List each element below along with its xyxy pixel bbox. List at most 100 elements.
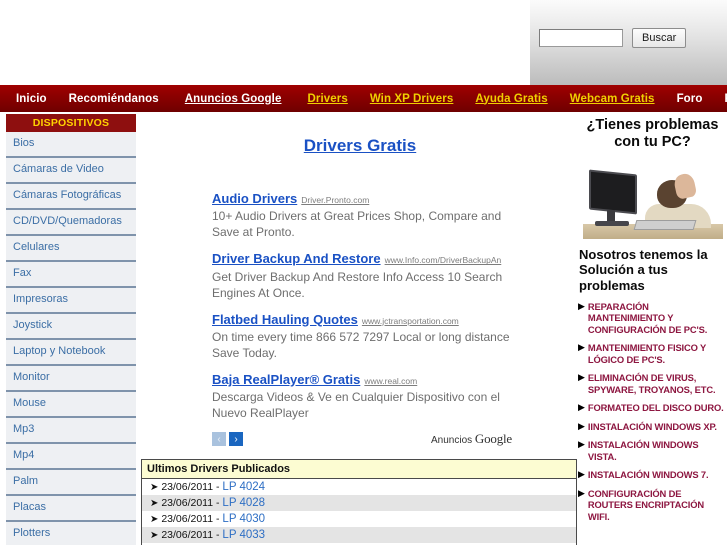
driver-link[interactable]: LP 4030 <box>222 513 265 525</box>
sidebar-item-fax[interactable]: Fax <box>6 262 136 288</box>
ad-heading: Driver Backup And Restore www.Info.com/Dr… <box>212 250 530 268</box>
sidebar-item-camaras-de-video[interactable]: Cámaras de Video <box>6 158 136 184</box>
driver-date: 23/06/2011 - <box>161 497 220 510</box>
nav-item-foro[interactable]: Foro <box>677 93 703 105</box>
ad-heading: Baja RealPlayer® Gratis www.real.com <box>212 371 530 389</box>
promo-subtitle-line-1: Nosotros tenemos la <box>579 246 708 262</box>
ad-url[interactable]: www.real.com <box>364 376 417 386</box>
main-content-column: Drivers Gratis Audio Drivers Driver.Pront… <box>140 114 580 545</box>
monitor-stand-shape <box>606 209 615 222</box>
ad-item: Flatbed Hauling Quotes www.jctransportati… <box>212 311 530 362</box>
promo-title: ¿Tienes problemas con tu PC? <box>578 117 727 152</box>
list-item: ▶ FORMATEO DEL DISCO DURO. <box>578 402 727 414</box>
sidebar-item-celulares[interactable]: Celulares <box>6 236 136 262</box>
ad-description: Descarga Videos & Ve en Cualquier Dispos… <box>212 390 500 421</box>
ad-title-link[interactable]: Driver Backup And Restore <box>212 251 381 266</box>
ad-url[interactable]: www.Info.com/DriverBackupAn <box>385 255 502 265</box>
promo-sidebar: ¿Tienes problemas con tu PC? Nosotros te… <box>578 114 727 530</box>
triangle-right-icon: ▶ <box>578 372 585 383</box>
ad-item: Driver Backup And Restore www.Info.com/Dr… <box>212 250 530 301</box>
ads-pagination: ‹ › <box>212 432 243 447</box>
page-root: Buscar Inicio Recomiéndanos Anuncios Goo… <box>0 0 727 545</box>
table-row[interactable]: ➤ 23/06/2011 - LP 4028 <box>142 495 576 512</box>
nav-item-recomiendanos[interactable]: Recomiéndanos <box>69 93 159 105</box>
nav-item-win-xp-drivers[interactable]: Win XP Drivers <box>370 93 454 105</box>
sidebar-item-cd-dvd-quemadoras[interactable]: CD/DVD/Quemadoras <box>6 210 136 236</box>
sidebar-item-mp4[interactable]: Mp4 <box>6 444 136 470</box>
service-label: IINSTALACIÓN WINDOWS XP. <box>587 420 717 432</box>
page-title[interactable]: Drivers Gratis <box>140 136 580 156</box>
list-item: ▶ CONFIGURACIÓN DE ROUTERS ENCRIPTACIÓN … <box>578 488 727 523</box>
main-navigation-bar: Inicio Recomiéndanos Anuncios Google Dri… <box>0 85 727 112</box>
service-label: INSTALACIÓN WINDOWS 7. <box>587 469 709 481</box>
ad-url[interactable]: Driver.Pronto.com <box>301 195 369 205</box>
nav-item-webcam-gratis[interactable]: Webcam Gratis <box>570 93 655 105</box>
promo-subtitle-line-2: Solución a tus problemas <box>579 262 668 293</box>
top-header-strip: Buscar <box>0 0 727 85</box>
triangle-right-icon: ▶ <box>578 469 585 480</box>
list-item: ▶ MANTENIMIENTO FISICO Y LÓGICO DE PC'S. <box>578 342 727 365</box>
triangle-right-icon: ▶ <box>578 439 585 450</box>
list-item: ▶ REPARACIÓN MANTENIMIENTO Y CONFIGURACI… <box>578 301 727 336</box>
driver-date: 23/06/2011 - <box>161 529 220 542</box>
table-row[interactable]: ➤ 23/06/2011 - LP 4024 <box>142 479 576 495</box>
arrow-right-icon: ➤ <box>150 482 159 494</box>
sidebar-item-joystick[interactable]: Joystick <box>6 314 136 340</box>
service-label: INSTALACIÓN WINDOWS VISTA. <box>587 439 699 462</box>
promo-title-line-2: con tu PC? <box>614 134 691 151</box>
search-row: Buscar <box>539 28 687 48</box>
sidebar-item-impresoras[interactable]: Impresoras <box>6 288 136 314</box>
promo-subtitle: Nosotros tenemos la Solución a tus probl… <box>579 247 727 294</box>
driver-link[interactable]: LP 4033 <box>222 529 265 541</box>
sidebar-header: DISPOSITIVOS <box>6 114 136 132</box>
frustrated-user-photo <box>582 163 723 239</box>
sidebar-item-placas[interactable]: Placas <box>6 496 136 522</box>
search-input[interactable] <box>539 29 623 47</box>
search-button[interactable]: Buscar <box>632 28 687 48</box>
sidebar-item-monitor[interactable]: Monitor <box>6 366 136 392</box>
ad-title-link[interactable]: Audio Drivers <box>212 191 297 206</box>
driver-link[interactable]: LP 4028 <box>222 497 265 509</box>
latest-drivers-panel: Ultimos Drivers Publicados ➤ 23/06/2011 … <box>141 459 577 545</box>
arrow-right-icon: ➤ <box>150 498 159 510</box>
table-row[interactable]: ➤ 23/06/2011 - LP 4030 <box>142 511 576 527</box>
ads-brand-prefix: Anuncios <box>431 435 473 447</box>
driver-date: 23/06/2011 - <box>161 481 220 494</box>
ad-heading: Flatbed Hauling Quotes www.jctransportati… <box>212 311 530 329</box>
service-label: MANTENIMIENTO FISICO Y LÓGICO DE PC'S. <box>587 342 706 365</box>
chevron-right-icon[interactable]: › <box>229 432 243 447</box>
sidebar-item-camaras-fotograficas[interactable]: Cámaras Fotográficas <box>6 184 136 210</box>
nav-item-ayuda-gratis[interactable]: Ayuda Gratis <box>475 93 547 105</box>
triangle-right-icon: ▶ <box>578 402 585 413</box>
sidebar-item-plotters[interactable]: Plotters <box>6 522 136 545</box>
sidebar-item-bios[interactable]: Bios <box>6 132 136 158</box>
arrow-right-icon: ➤ <box>150 530 159 542</box>
arrow-right-icon: ➤ <box>150 514 159 526</box>
sidebar-item-mouse[interactable]: Mouse <box>6 392 136 418</box>
search-panel: Buscar <box>530 0 727 85</box>
ad-title-link[interactable]: Flatbed Hauling Quotes <box>212 312 358 327</box>
google-ads-block: Audio Drivers Driver.Pronto.com 10+ Audio… <box>212 190 530 447</box>
triangle-right-icon: ▶ <box>578 487 585 498</box>
promo-title-line-1: ¿Tienes problemas <box>586 117 719 133</box>
nav-item-drivers[interactable]: Drivers <box>307 93 347 105</box>
table-row[interactable]: ➤ 23/06/2011 - LP 4033 <box>142 527 576 544</box>
driver-link[interactable]: LP 4024 <box>222 481 265 493</box>
devices-sidebar: DISPOSITIVOS Bios Cámaras de Video Cámar… <box>6 114 136 545</box>
nav-item-anuncios-google[interactable]: Anuncios Google <box>185 93 282 105</box>
nav-item-inicio[interactable]: Inicio <box>16 93 47 105</box>
ad-url[interactable]: www.jctransportation.com <box>362 316 459 326</box>
sidebar-item-palm[interactable]: Palm <box>6 470 136 496</box>
ads-footer: ‹ › Anuncios Google <box>212 431 512 447</box>
chevron-left-icon[interactable]: ‹ <box>212 432 226 447</box>
ad-heading: Audio Drivers Driver.Pronto.com <box>212 190 530 208</box>
ad-title-link[interactable]: Baja RealPlayer® Gratis <box>212 372 360 387</box>
google-ads-brand: Anuncios Google <box>431 431 512 447</box>
sidebar-item-mp3[interactable]: Mp3 <box>6 418 136 444</box>
ad-item: Audio Drivers Driver.Pronto.com 10+ Audio… <box>212 190 530 241</box>
list-item: ▶ IINSTALACIÓN WINDOWS XP. <box>578 421 727 433</box>
driver-date: 23/06/2011 - <box>161 513 220 526</box>
triangle-right-icon: ▶ <box>578 342 585 353</box>
sidebar-item-laptop-y-notebook[interactable]: Laptop y Notebook <box>6 340 136 366</box>
service-label: ELIMINACIÓN DE VIRUS, SPYWARE, TROYANOS,… <box>587 372 716 395</box>
